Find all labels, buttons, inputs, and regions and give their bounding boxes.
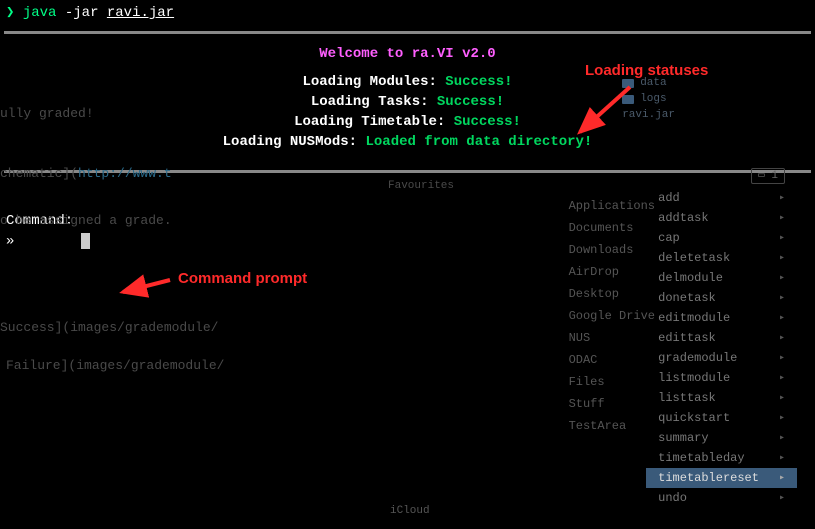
ghost-context-menu: add▸ addtask▸ cap▸ deletetask▸ delmodule… [646, 188, 797, 508]
chevron-right-icon: ▸ [779, 392, 785, 404]
chevron-right-icon: ▸ [779, 292, 785, 304]
chevron-right-icon: ▸ [779, 412, 785, 424]
chevron-right-icon: ▸ [779, 232, 785, 244]
shell-prompt-symbol: ❯ [6, 5, 14, 21]
ghost-menu-item: add▸ [646, 188, 797, 208]
ghost-menu-item: grademodule▸ [646, 348, 797, 368]
command-prompt-symbol: » [6, 234, 14, 250]
ghost-icloud-label: iCloud [390, 505, 430, 517]
chevron-right-icon: ▸ [779, 492, 785, 504]
ghost-text: o be assigned a grade. [0, 213, 172, 228]
loading-row: Loading Tasks: Success! [0, 92, 815, 112]
ghost-text: Failure](images/grademodule/ [6, 358, 224, 373]
ghost-menu-item: listmodule▸ [646, 368, 797, 388]
ghost-menu-item: cap▸ [646, 228, 797, 248]
loading-status: Success! [445, 74, 512, 90]
ghost-text: Success](images/grademodule/ [0, 320, 218, 335]
arrow-icon [115, 272, 175, 302]
ghost-menu-item: deletetask▸ [646, 248, 797, 268]
chevron-right-icon: ▸ [779, 192, 785, 204]
loading-status: Success! [454, 114, 521, 130]
ghost-text: ully graded! [0, 106, 94, 121]
ghost-menu-item: editmodule▸ [646, 308, 797, 328]
loading-row: Loading NUSMods: Loaded from data direct… [0, 132, 815, 152]
ghost-menu-item-highlighted: timetablereset▸ [646, 468, 797, 488]
loading-label: Loading NUSMods: [223, 134, 357, 150]
chevron-right-icon: ▸ [779, 312, 785, 324]
loading-row: Loading Timetable: Success! [0, 112, 815, 132]
chevron-right-icon: ▸ [779, 372, 785, 384]
chevron-right-icon: ▸ [779, 252, 785, 264]
ghost-menu-item: edittask▸ [646, 328, 797, 348]
chevron-right-icon: ▸ [779, 472, 785, 484]
cursor [81, 233, 90, 249]
loading-label: Loading Modules: [302, 74, 436, 90]
chevron-right-icon: ▸ [779, 452, 785, 464]
chevron-right-icon: ▸ [779, 352, 785, 364]
command-invocation-line: ❯ java -jar ravi.jar [0, 0, 815, 25]
loading-status-block: Loading Modules: Success! Loading Tasks:… [0, 72, 815, 152]
annotation-loading-statuses: Loading statuses [585, 62, 708, 79]
command-executable: java [23, 5, 57, 21]
loading-label: Loading Tasks: [311, 94, 429, 110]
loading-status: Success! [437, 94, 504, 110]
horizontal-rule-top [4, 31, 811, 34]
ghost-text: chematic](http://www.t [0, 166, 172, 181]
ghost-favourites-label: Favourites [388, 180, 454, 192]
ghost-tab-indicator: ▭ 1 [751, 168, 785, 182]
command-jar-file: ravi.jar [107, 5, 174, 21]
annotation-command-prompt: Command prompt [178, 270, 307, 287]
ghost-menu-item: listtask▸ [646, 388, 797, 408]
ghost-menu-item: summary▸ [646, 428, 797, 448]
ghost-menu-item: quickstart▸ [646, 408, 797, 428]
ghost-menu-item: donetask▸ [646, 288, 797, 308]
chevron-right-icon: ▸ [779, 212, 785, 224]
command-flag: -jar [65, 5, 99, 21]
arrow-icon [570, 82, 640, 142]
ghost-menu-item: addtask▸ [646, 208, 797, 228]
ghost-menu-item: timetableday▸ [646, 448, 797, 468]
loading-status: Loaded from data directory! [365, 134, 592, 150]
ghost-menu-item: undo▸ [646, 488, 797, 508]
ghost-menu-item: delmodule▸ [646, 268, 797, 288]
loading-label: Loading Timetable: [294, 114, 445, 130]
chevron-right-icon: ▸ [779, 432, 785, 444]
chevron-right-icon: ▸ [779, 332, 785, 344]
chevron-right-icon: ▸ [779, 272, 785, 284]
